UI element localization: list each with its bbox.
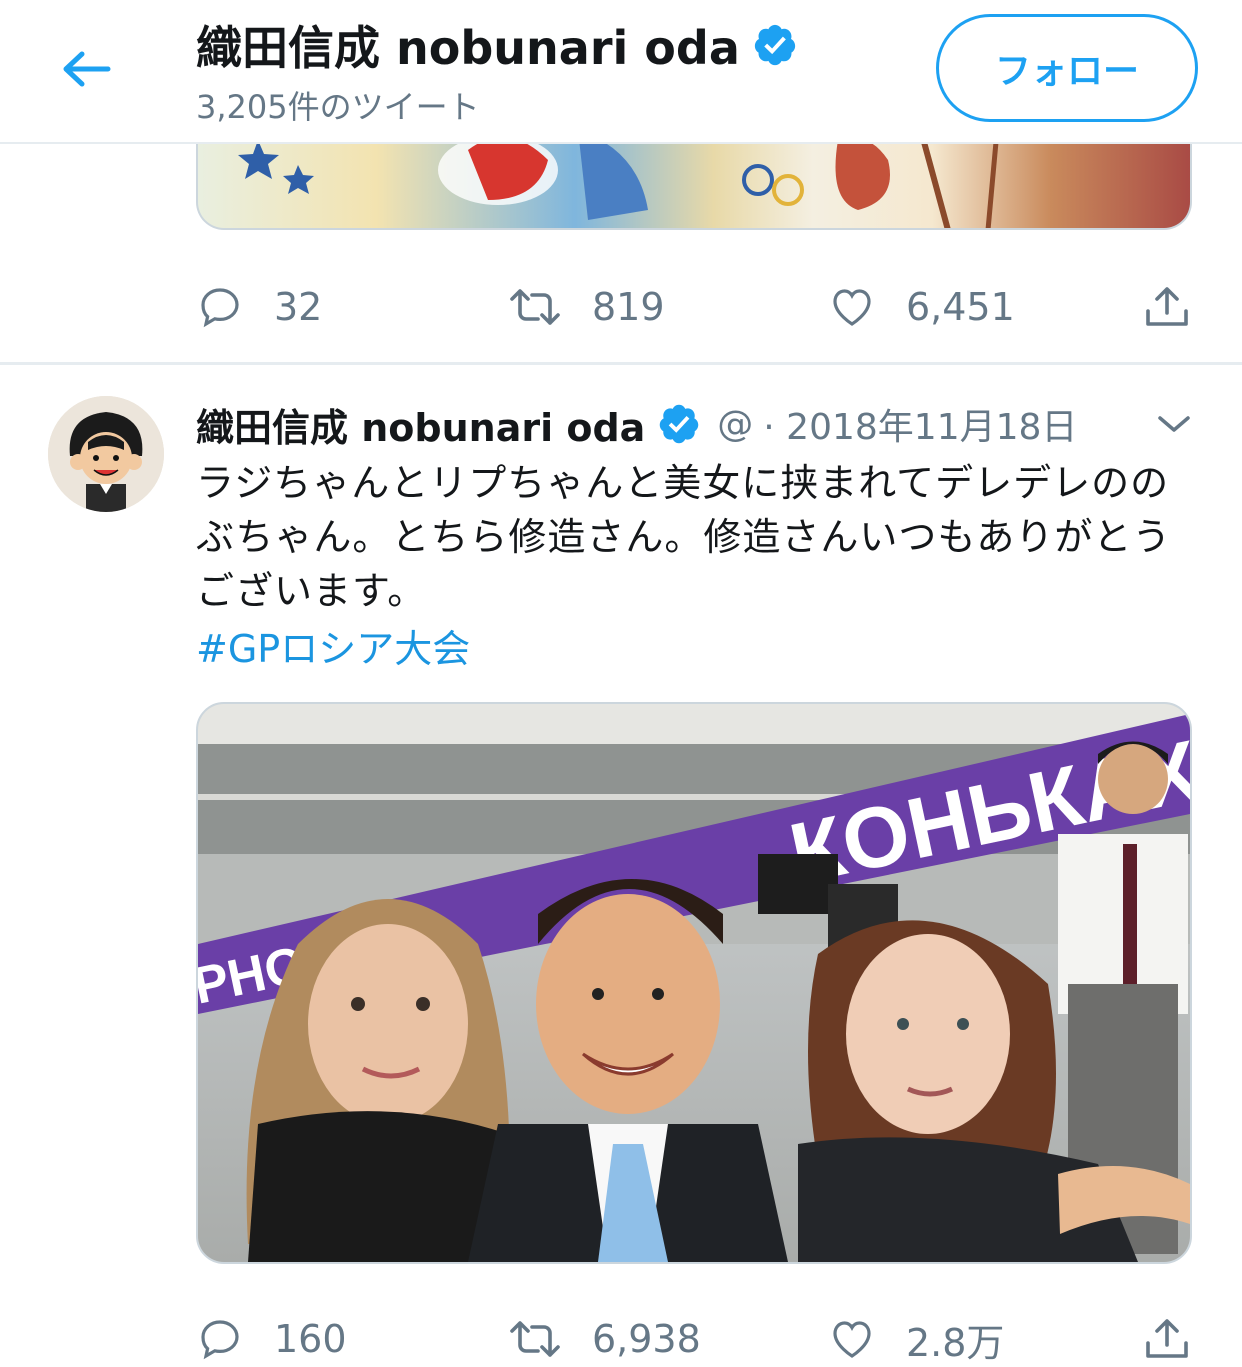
reply-icon xyxy=(201,1320,239,1360)
like-icon xyxy=(833,1321,871,1358)
retweet-icon xyxy=(510,1321,560,1357)
avatar[interactable] xyxy=(48,396,164,512)
selfie-photo: КОНЬКАХ 201 РНОМУ xyxy=(198,704,1190,1262)
profile-header: 織田信成 nobunari oda 3,205件のツイート フォロー xyxy=(0,0,1242,144)
reply-count: 32 xyxy=(274,285,323,329)
like-button[interactable]: 2.8万 xyxy=(828,1314,1005,1365)
retweet-button[interactable]: 819 xyxy=(508,282,665,332)
page-title: 織田信成 nobunari oda xyxy=(196,10,798,80)
retweet-count: 6,938 xyxy=(592,1317,701,1361)
chevron-down-icon[interactable] xyxy=(1154,408,1194,440)
reply-icon xyxy=(201,288,239,328)
follow-button[interactable]: フォロー xyxy=(936,14,1198,122)
tweet-count: 3,205件のツイート xyxy=(196,88,480,126)
reply-button[interactable]: 160 xyxy=(196,1314,347,1364)
author-name[interactable]: 織田信成 nobunari oda xyxy=(196,398,645,450)
tweet-header: 織田信成 nobunari oda @ · 2018年11月18日 xyxy=(196,398,1196,450)
share-button[interactable] xyxy=(1142,1314,1192,1364)
avatar-illustration xyxy=(48,396,164,512)
retweet-button[interactable]: 6,938 xyxy=(508,1314,701,1364)
retweet-count: 819 xyxy=(592,285,665,329)
like-button[interactable]: 6,451 xyxy=(828,282,1015,332)
tweet-photo[interactable]: КОНЬКАХ 201 РНОМУ xyxy=(196,702,1192,1264)
retweet-icon xyxy=(510,289,560,325)
tweet-date[interactable]: · 2018年11月18日 xyxy=(763,398,1077,450)
verified-icon xyxy=(754,24,795,66)
author-handle: @ xyxy=(717,403,754,445)
reply-count: 160 xyxy=(274,1317,347,1361)
verified-icon xyxy=(660,404,699,444)
share-icon xyxy=(1146,1319,1188,1358)
like-icon xyxy=(833,289,871,326)
hashtag-link[interactable]: #GPロシア大会 xyxy=(196,618,470,673)
reply-button[interactable]: 32 xyxy=(196,282,322,332)
share-icon xyxy=(1146,287,1188,326)
like-count: 2.8万 xyxy=(906,1320,1005,1365)
tweet-actions: 160 6,938 2.8万 xyxy=(196,1314,1192,1365)
profile-name: 織田信成 nobunari oda xyxy=(196,21,740,75)
tweet-divider xyxy=(0,362,1242,365)
tweet-text: ラジちゃんとリプちゃんと美女に挟まれてデレデレののぶちゃん。とちら修造さん。修造… xyxy=(196,461,1172,613)
like-count: 6,451 xyxy=(906,285,1015,329)
tweet-actions: 32 819 6,451 xyxy=(196,282,1192,332)
share-button[interactable] xyxy=(1142,282,1192,332)
back-arrow-icon[interactable] xyxy=(58,44,114,94)
